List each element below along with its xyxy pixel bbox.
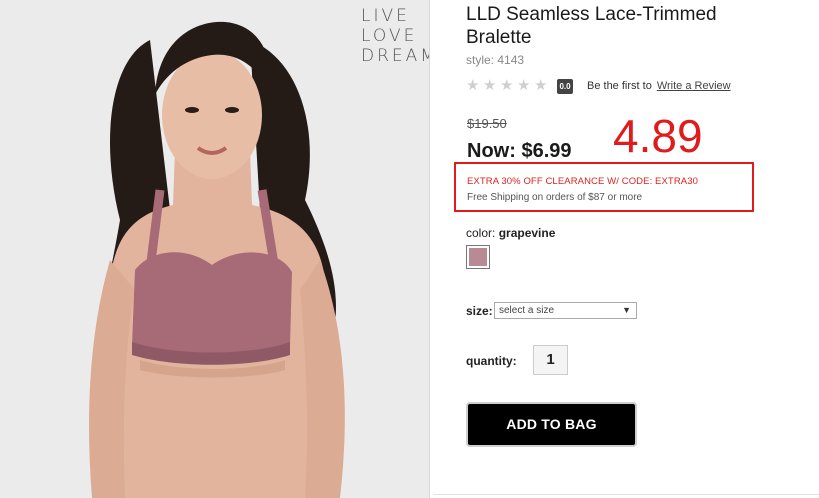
divider <box>433 494 819 495</box>
promo-highlight-box <box>454 162 754 212</box>
quantity-input[interactable]: 1 <box>533 345 568 375</box>
promo-code-text: EXTRA 30% OFF CLEARANCE W/ CODE: EXTRA30 <box>467 176 698 187</box>
brand-logo: LIVE LOVE DREAM <box>361 6 429 66</box>
star-icon: ★ <box>466 77 480 94</box>
brand-logo-line: DREAM <box>361 46 429 66</box>
color-label-text: color: <box>466 226 496 240</box>
swatch-chip <box>469 248 487 266</box>
star-icon: ★ <box>517 77 531 94</box>
star-icon: ★ <box>534 77 548 94</box>
color-label: color: grapevine <box>466 226 555 240</box>
size-select[interactable]: select a size ▼ <box>494 302 637 319</box>
quantity-label: quantity: <box>466 354 517 368</box>
color-value: grapevine <box>498 226 556 240</box>
brand-logo-line: LIVE <box>361 6 410 26</box>
sale-price-value: $6.99 <box>521 140 572 162</box>
size-select-value: select a size <box>499 305 555 316</box>
brand-logo-line: LOVE <box>361 26 418 46</box>
product-image[interactable]: LIVE LOVE DREAM <box>0 0 430 498</box>
review-prompt: Be the first to <box>587 80 652 92</box>
star-icon: ★ <box>500 77 514 94</box>
size-label: size: <box>466 304 493 318</box>
dropdown-caret-icon: ▼ <box>622 305 631 315</box>
model-photo <box>0 0 429 498</box>
rating-row: ★ ★ ★ ★ ★ 0.0 Be the first to Write a Re… <box>466 78 731 94</box>
handwritten-price-annotation: 4.89 <box>613 110 703 162</box>
write-review-link[interactable]: Write a Review <box>657 80 731 92</box>
free-shipping-note: Free Shipping on orders of $87 or more <box>467 192 643 203</box>
add-to-bag-button[interactable]: ADD TO BAG <box>466 402 637 447</box>
sale-price: Now: $6.99 <box>467 140 572 163</box>
sale-price-label: Now: <box>467 140 516 162</box>
original-price: $19.50 <box>467 116 507 131</box>
star-icon: ★ <box>483 77 497 94</box>
color-swatch-grapevine[interactable] <box>466 245 490 269</box>
rating-badge: 0.0 <box>557 78 573 94</box>
style-number: style: 4143 <box>466 53 525 67</box>
product-title: LLD Seamless Lace-Trimmed Bralette <box>466 4 717 48</box>
